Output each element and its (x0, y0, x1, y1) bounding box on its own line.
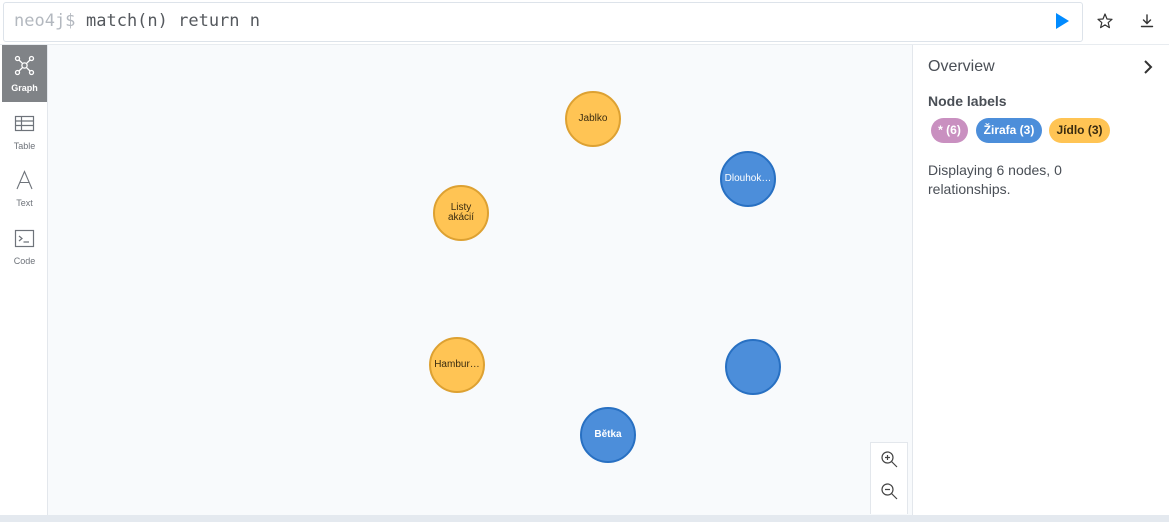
view-text-button[interactable]: Text (2, 160, 47, 217)
query-input[interactable]: match(n) return n (86, 11, 260, 31)
graph-icon (14, 55, 35, 76)
graph-node[interactable]: Dlouhok… (720, 151, 776, 207)
label-pill-all[interactable]: * (6) (931, 118, 968, 143)
overview-status-text: Displaying 6 nodes, 0 relationships. (928, 162, 1062, 197)
neo4j-browser-frame: neo4j$ match(n) return n Graph Table Tex… (0, 0, 1169, 522)
query-editor[interactable]: neo4j$ match(n) return n (3, 2, 1083, 42)
overview-title: Overview (928, 58, 995, 75)
node-caption: Listy akácií (447, 202, 475, 223)
run-query-button[interactable] (1054, 12, 1070, 30)
favorite-star-icon[interactable] (1096, 12, 1114, 30)
graph-canvas[interactable]: Jablko Dlouhok… Listy akácií Hambur… Bět… (48, 45, 912, 515)
node-caption: Hambur… (434, 359, 480, 370)
zoom-in-icon[interactable] (880, 450, 899, 469)
node-caption: Dlouhok… (724, 173, 772, 184)
bottom-edge (0, 515, 1169, 522)
node-caption: Bětka (594, 429, 622, 440)
node-labels-heading: Node labels (928, 93, 1007, 109)
download-icon[interactable] (1138, 12, 1156, 30)
graph-node[interactable] (725, 339, 781, 395)
label-pill-jidlo[interactable]: Jídlo (3) (1049, 118, 1110, 143)
graph-node[interactable]: Hambur… (429, 337, 485, 393)
zoom-controls (870, 442, 908, 514)
view-graph-button[interactable]: Graph (2, 45, 47, 102)
table-icon (14, 115, 35, 132)
code-icon (14, 229, 35, 248)
editor-prompt: neo4j$ (14, 11, 76, 31)
view-graph-label: Graph (11, 83, 38, 93)
graph-node[interactable]: Listy akácií (433, 185, 489, 241)
view-table-button[interactable]: Table (2, 103, 47, 160)
view-table-label: Table (13, 141, 36, 151)
view-mode-sidebar: Graph Table Text Code (0, 45, 48, 515)
node-caption: Jablko (578, 113, 608, 124)
text-icon (16, 170, 33, 190)
view-code-button[interactable]: Code (2, 218, 47, 275)
view-code-label: Code (13, 256, 36, 266)
chevron-right-icon[interactable] (1141, 59, 1155, 75)
overview-panel: Overview Node labels * (6) Žirafa (3) Jí… (912, 45, 1169, 515)
view-text-label: Text (16, 198, 33, 208)
zoom-out-icon[interactable] (880, 482, 899, 501)
graph-node[interactable]: Bětka (580, 407, 636, 463)
label-pill-zirafa[interactable]: Žirafa (3) (976, 118, 1042, 143)
graph-node[interactable]: Jablko (565, 91, 621, 147)
